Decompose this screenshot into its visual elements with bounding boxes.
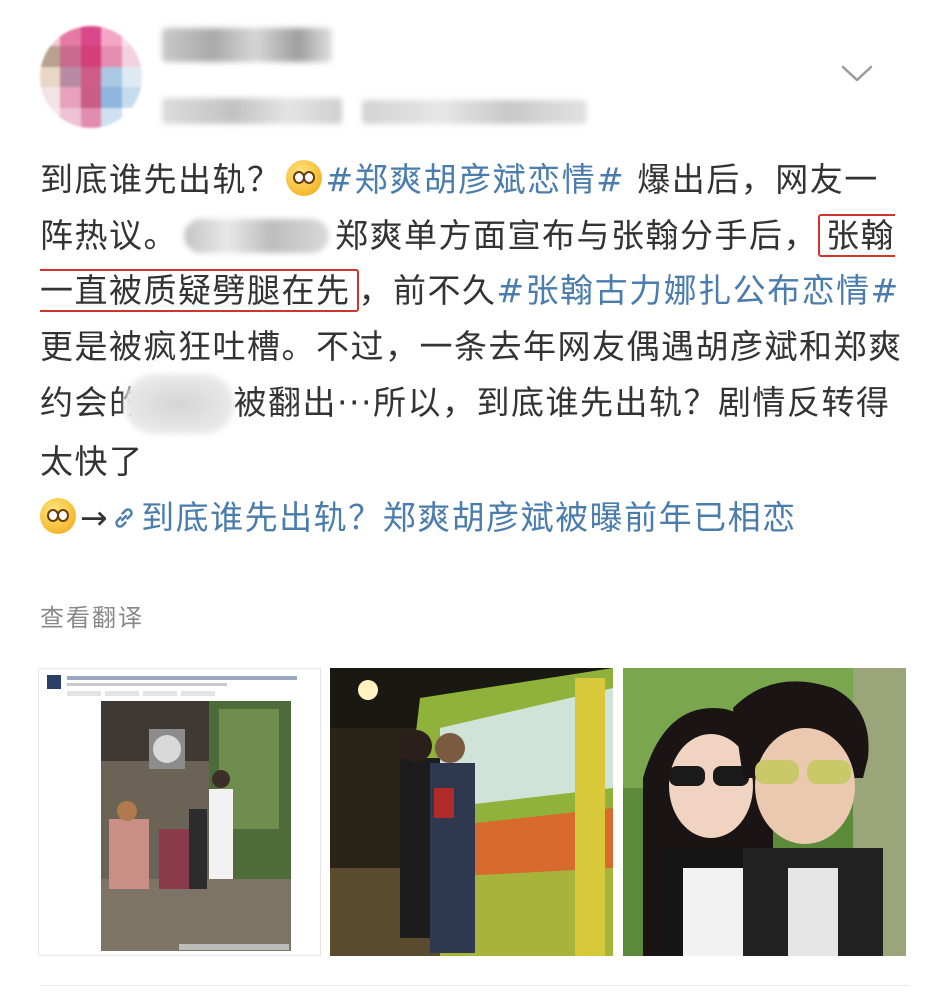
- divider: [40, 985, 910, 986]
- post-text: 到底谁先出轨？ #郑爽胡彦斌恋情# 爆出后，网友一阵热议。 郑爽单方面宣布与张翰分手…: [40, 152, 910, 545]
- blurred-text: [184, 218, 329, 253]
- blurred-text: [123, 374, 234, 434]
- post-header: [0, 0, 935, 150]
- more-options-button[interactable]: [838, 55, 876, 93]
- photo-thumbnail-3[interactable]: [623, 668, 906, 956]
- photo-thumbnail-2[interactable]: [330, 668, 613, 956]
- post-text-segment: 郑爽单方面宣布与张翰分手后，: [335, 215, 818, 255]
- article-link[interactable]: 到底谁先出轨？郑爽胡彦斌被曝前年已相恋: [141, 498, 797, 537]
- timestamp-blurred: [162, 98, 342, 124]
- post-text-segment: 到底谁先出轨？: [40, 160, 282, 199]
- topic-link-zhang-gulinazha[interactable]: #张翰古力娜扎公布恋情#: [497, 271, 900, 310]
- post-text-segment: ，前不久: [358, 271, 497, 310]
- translate-button[interactable]: 查看翻译: [40, 598, 144, 633]
- topic-link-zheng-hu[interactable]: #郑爽胡彦斌恋情#: [326, 160, 626, 199]
- photo-thumbnail-1[interactable]: [38, 668, 321, 956]
- couple-selfie-photo: [623, 668, 906, 956]
- avatar[interactable]: [40, 26, 142, 128]
- chain-link-icon: [115, 507, 133, 528]
- couple-train-photo: [330, 668, 613, 956]
- squinting-face-emoji: [285, 160, 322, 196]
- chevron-down-icon: [841, 65, 873, 82]
- arrow-text: →: [80, 497, 110, 537]
- username-blurred[interactable]: [162, 28, 332, 62]
- screenshot-image: [39, 669, 320, 955]
- dizzy-face-emoji: [40, 497, 76, 534]
- photo-grid: [38, 668, 908, 956]
- source-blurred: [362, 100, 587, 124]
